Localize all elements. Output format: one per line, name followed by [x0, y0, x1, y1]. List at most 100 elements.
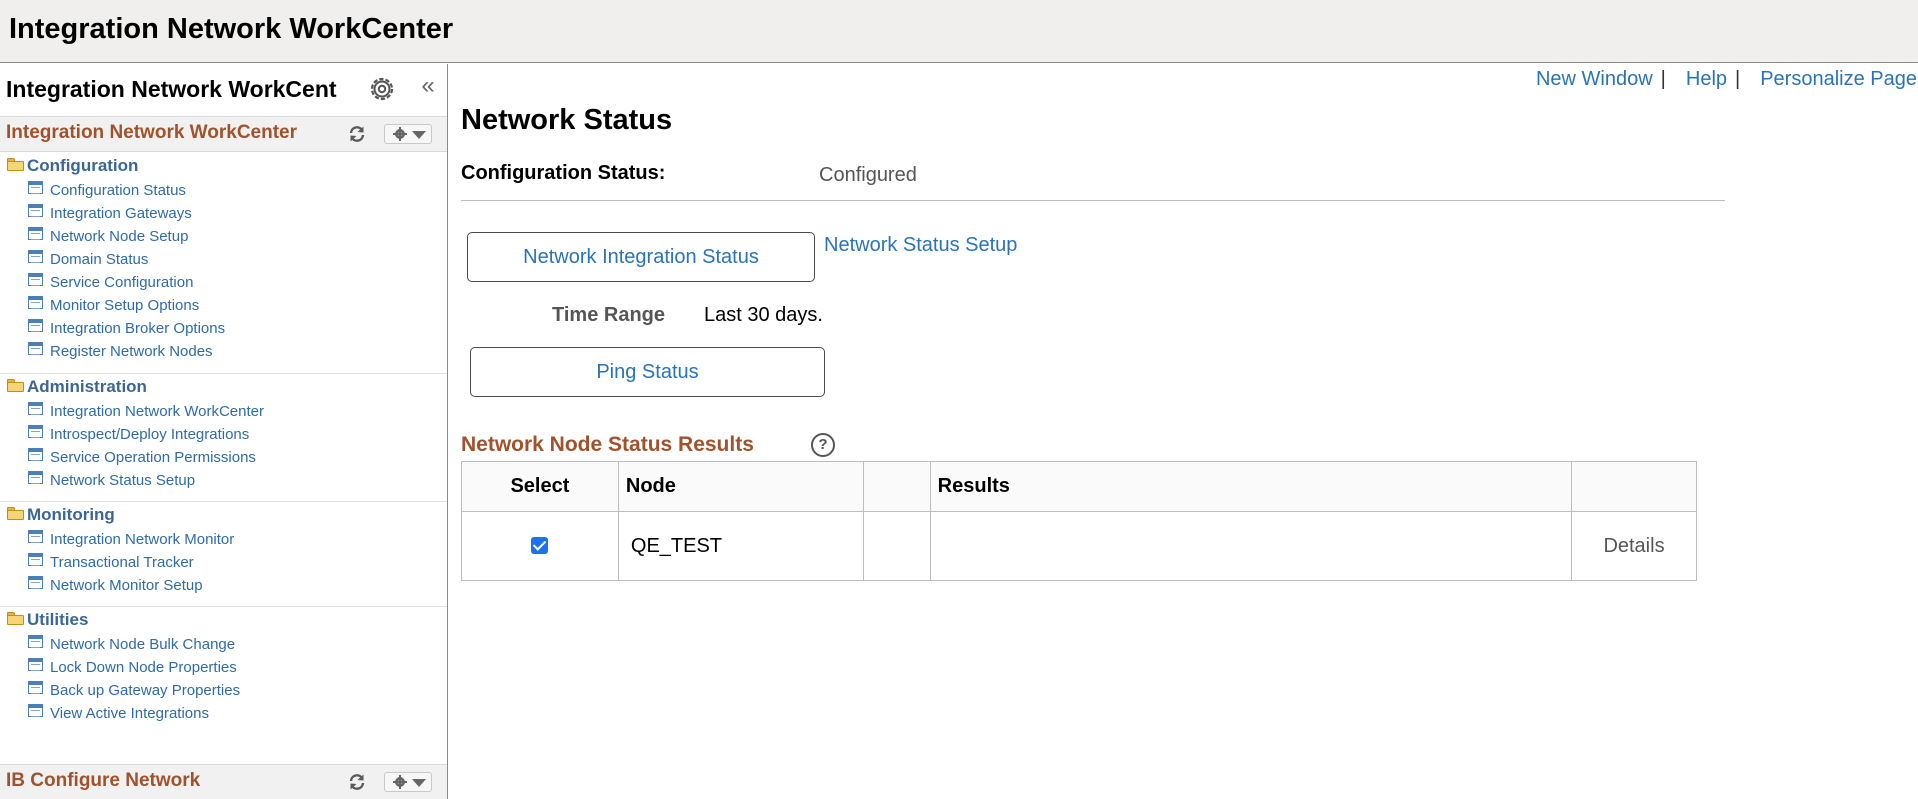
- personalize-page-link[interactable]: Personalize Page: [1760, 68, 1917, 90]
- page-icon: [28, 635, 43, 648]
- nav-item-lock-down-node-properties[interactable]: Lock Down Node Properties: [0, 656, 447, 679]
- nav-item-label[interactable]: Integration Gateways: [50, 205, 192, 222]
- nav-item-integration-broker-options[interactable]: Integration Broker Options: [0, 317, 447, 340]
- nav-item-network-node-setup[interactable]: Network Node Setup: [0, 225, 447, 248]
- section-divider: [461, 200, 1725, 201]
- nav-group-label[interactable]: Configuration: [27, 156, 138, 176]
- select-cell: [461, 511, 619, 581]
- node-status-grid: Select Node Results QE_TEST Details: [461, 461, 1697, 581]
- ping-status-button[interactable]: Ping Status: [470, 347, 825, 397]
- gear-icon: [393, 775, 407, 789]
- left-nav-panel: Integration Network WorkCent « Integrati…: [0, 64, 448, 799]
- new-window-link[interactable]: New Window: [1536, 68, 1653, 90]
- nav-group-label[interactable]: Monitoring: [27, 505, 115, 525]
- folder-icon: [7, 507, 24, 520]
- nav-item-network-node-bulk-change[interactable]: Network Node Bulk Change: [0, 633, 447, 656]
- nav-group-label[interactable]: Administration: [27, 377, 147, 397]
- nav-item-label[interactable]: Service Configuration: [50, 274, 193, 291]
- pagelet-title: Integration Network WorkCenter: [6, 122, 298, 143]
- page-icon: [28, 425, 43, 438]
- nav-item-label[interactable]: Monitor Setup Options: [50, 297, 199, 314]
- nav-item-label[interactable]: View Active Integrations: [50, 705, 209, 722]
- refresh-icon[interactable]: [347, 772, 367, 792]
- nav-item-label[interactable]: Configuration Status: [50, 182, 186, 199]
- nav-item-label[interactable]: Network Monitor Setup: [50, 577, 203, 594]
- nav-item-label[interactable]: Register Network Nodes: [50, 343, 213, 360]
- nav-item-network-monitor-setup[interactable]: Network Monitor Setup: [0, 574, 447, 597]
- table-row: QE_TEST Details: [461, 511, 1697, 581]
- page-icon: [28, 273, 43, 286]
- gear-icon: [393, 127, 407, 141]
- nav-item-introspect-deploy-integrations[interactable]: Introspect/Deploy Integrations: [0, 423, 447, 446]
- node-cell: QE_TEST: [617, 511, 864, 581]
- nav-item-integration-gateways[interactable]: Integration Gateways: [0, 202, 447, 225]
- nav-item-label[interactable]: Domain Status: [50, 251, 148, 268]
- nav-item-transactional-tracker[interactable]: Transactional Tracker: [0, 551, 447, 574]
- bottom-pagelet-title: IB Configure Network: [6, 770, 201, 791]
- column-header-select: Select: [461, 461, 619, 512]
- refresh-icon[interactable]: [347, 124, 367, 144]
- nav-item-back-up-gateway-properties[interactable]: Back up Gateway Properties: [0, 679, 447, 702]
- nav-group-label[interactable]: Utilities: [27, 610, 88, 630]
- folder-icon: [7, 379, 24, 392]
- chevron-down-icon: [412, 131, 426, 139]
- nav-item-label[interactable]: Integration Broker Options: [50, 320, 225, 337]
- nav-item-view-active-integrations[interactable]: View Active Integrations: [0, 702, 447, 725]
- nav-item-monitor-setup-options[interactable]: Monitor Setup Options: [0, 294, 447, 317]
- help-link[interactable]: Help: [1686, 68, 1727, 90]
- page-icon: [28, 204, 43, 217]
- main-content: New Window | Help | Personalize Page Network…: [449, 64, 1918, 799]
- grid-header-row: Select Node Results: [461, 461, 1697, 512]
- left-panel-title: Integration Network WorkCent: [6, 76, 337, 102]
- select-checkbox[interactable]: [531, 536, 549, 554]
- nav-item-label[interactable]: Introspect/Deploy Integrations: [50, 426, 249, 443]
- nav-item-label[interactable]: Back up Gateway Properties: [50, 682, 240, 699]
- nav-item-integration-network-workcenter[interactable]: Integration Network WorkCenter: [0, 400, 447, 423]
- details-link[interactable]: Details: [1571, 511, 1697, 581]
- nav-item-label[interactable]: Service Operation Permissions: [50, 449, 256, 466]
- nav-group-configuration: Configuration Configuration Status Integra…: [0, 153, 447, 363]
- nav-group-utilities: Utilities Network Node Bulk Change Lock Do…: [0, 606, 447, 725]
- nav-group-administration: Administration Integration Network WorkCe…: [0, 373, 447, 492]
- pagelet-options-menu[interactable]: [384, 124, 432, 144]
- nav-item-integration-network-monitor[interactable]: Integration Network Monitor: [0, 528, 447, 551]
- network-status-setup-link[interactable]: Network Status Setup: [824, 234, 1017, 257]
- nav-item-label[interactable]: Network Node Bulk Change: [50, 636, 235, 653]
- nav-group-header: Administration: [0, 374, 447, 400]
- configuration-status-label: Configuration Status:: [461, 162, 666, 184]
- nav-item-register-network-nodes[interactable]: Register Network Nodes: [0, 340, 447, 363]
- time-range-value: Last 30 days.: [704, 304, 823, 326]
- page-icon: [28, 704, 43, 717]
- nav-item-domain-status[interactable]: Domain Status: [0, 248, 447, 271]
- page-icon: [28, 342, 43, 355]
- nav-item-label[interactable]: Network Node Setup: [50, 228, 188, 245]
- nav-item-label[interactable]: Transactional Tracker: [50, 554, 194, 571]
- network-integration-status-button[interactable]: Network Integration Status: [467, 232, 815, 282]
- page-icon: [28, 553, 43, 566]
- results-cell: [929, 511, 1573, 581]
- nav-item-service-operation-permissions[interactable]: Service Operation Permissions: [0, 446, 447, 469]
- column-header-node: Node: [617, 461, 864, 512]
- nav-item-label[interactable]: Integration Network Monitor: [50, 531, 234, 548]
- nav-item-configuration-status[interactable]: Configuration Status: [0, 179, 447, 202]
- nav-group-header: Utilities: [0, 607, 447, 633]
- top-links: New Window | Help | Personalize Page: [1536, 68, 1917, 91]
- folder-icon: [7, 612, 24, 625]
- page-icon: [28, 471, 43, 484]
- nav-item-label[interactable]: Lock Down Node Properties: [50, 659, 237, 676]
- column-header-blank: [862, 461, 931, 512]
- nav-item-service-configuration[interactable]: Service Configuration: [0, 271, 447, 294]
- nav-group-monitoring: Monitoring Integration Network Monitor Tra…: [0, 501, 447, 597]
- nav-item-label[interactable]: Integration Network WorkCenter: [50, 403, 264, 420]
- pagelet-options-menu[interactable]: [384, 772, 432, 792]
- nav-item-label[interactable]: Network Status Setup: [50, 472, 195, 489]
- nav-item-network-status-setup[interactable]: Network Status Setup: [0, 469, 447, 492]
- column-header-results: Results: [929, 461, 1573, 512]
- left-panel-header: Integration Network WorkCent «: [0, 64, 447, 116]
- app-banner: Integration Network WorkCenter: [0, 0, 1918, 63]
- settings-gear-icon[interactable]: [367, 74, 397, 104]
- help-icon[interactable]: ?: [811, 433, 835, 457]
- collapse-panel-icon[interactable]: «: [418, 74, 438, 99]
- link-separator: |: [1660, 68, 1666, 90]
- pagelet-header: Integration Network WorkCenter: [0, 116, 447, 152]
